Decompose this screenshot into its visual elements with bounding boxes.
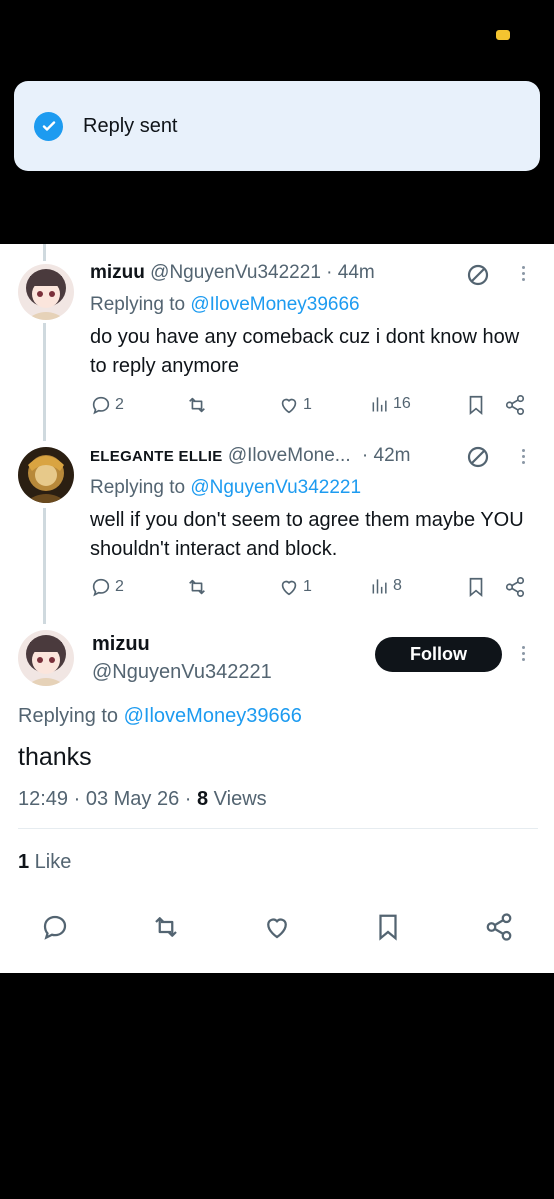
views-label: Views bbox=[208, 788, 267, 810]
thread-line bbox=[43, 323, 46, 441]
views-button[interactable]: 16 bbox=[370, 394, 411, 414]
share-icon bbox=[505, 577, 525, 597]
reply-icon bbox=[92, 578, 110, 597]
tweet-text: well if you don't seem to agree them may… bbox=[90, 509, 524, 560]
handle[interactable]: @NguyenVu342221 bbox=[92, 661, 272, 684]
reply-button[interactable]: 2 bbox=[90, 394, 124, 416]
no-entry-icon[interactable] bbox=[466, 445, 490, 474]
like-icon bbox=[267, 918, 287, 939]
bookmark-icon bbox=[379, 914, 397, 941]
replying-to-link[interactable]: @NguyenVu342221 bbox=[190, 477, 361, 498]
reply-count: 2 bbox=[115, 578, 124, 595]
likes-summary[interactable]: 1 Like bbox=[18, 851, 71, 874]
tweet-header: ELEGANTE ELLIE @IloveMone... · 42m bbox=[90, 445, 410, 467]
tweet-text: do you have any comeback cuz i dont know… bbox=[90, 326, 520, 377]
tweet-actions: 2 1 16 bbox=[90, 394, 530, 418]
share-button[interactable] bbox=[484, 912, 514, 947]
retweet-button[interactable] bbox=[151, 912, 181, 947]
tweet-text: thanks bbox=[18, 743, 92, 771]
replying-prefix: Replying to bbox=[90, 294, 186, 315]
views-icon bbox=[372, 397, 387, 412]
handle[interactable]: @NguyenVu342221 bbox=[150, 262, 321, 283]
thread-line bbox=[43, 508, 46, 624]
timestamp: · 44m bbox=[326, 262, 375, 283]
share-button[interactable] bbox=[504, 576, 526, 598]
avatar[interactable] bbox=[18, 264, 74, 320]
retweet-icon bbox=[155, 917, 177, 937]
status-indicator bbox=[496, 30, 510, 40]
like-count: 1 bbox=[303, 396, 312, 413]
reply-icon bbox=[43, 915, 67, 940]
handle[interactable]: @IloveMone... bbox=[228, 445, 351, 466]
toast-message: Reply sent bbox=[83, 114, 178, 137]
tweet-actions: 2 1 8 bbox=[90, 576, 530, 600]
like-icon bbox=[281, 398, 297, 414]
replying-to: Replying to @NguyenVu342221 bbox=[90, 477, 361, 499]
retweet-icon bbox=[189, 579, 205, 595]
replying-prefix: Replying to bbox=[18, 705, 119, 727]
views-icon bbox=[372, 579, 387, 594]
replying-prefix: Replying to bbox=[90, 477, 186, 498]
views-count: 8 bbox=[393, 577, 402, 594]
toast-notification: Reply sent bbox=[14, 81, 540, 171]
bookmark-button[interactable] bbox=[373, 912, 403, 947]
reply-icon bbox=[92, 396, 110, 415]
reply-count: 2 bbox=[115, 396, 124, 413]
share-icon bbox=[486, 913, 512, 941]
views-button[interactable]: 8 bbox=[370, 576, 402, 596]
display-name[interactable]: mizuu bbox=[92, 633, 150, 656]
likes-count: 1 bbox=[18, 851, 30, 873]
reply-button[interactable] bbox=[40, 912, 70, 947]
bookmark-button[interactable] bbox=[465, 394, 487, 416]
like-icon bbox=[281, 580, 297, 596]
check-icon bbox=[34, 111, 63, 141]
retweet-button[interactable] bbox=[186, 394, 208, 416]
replying-to: Replying to @IloveMoney39666 bbox=[90, 294, 360, 316]
timestamp: 12:49 · 03 May 26 · bbox=[18, 788, 197, 810]
bookmark-icon bbox=[469, 395, 483, 416]
display-name[interactable]: ELEGANTE ELLIE bbox=[90, 448, 223, 465]
avatar[interactable] bbox=[18, 630, 74, 686]
action-bar bbox=[0, 912, 554, 946]
like-count: 1 bbox=[303, 578, 312, 595]
more-icon[interactable] bbox=[522, 263, 528, 284]
share-button[interactable] bbox=[504, 394, 526, 416]
reply-button[interactable]: 2 bbox=[90, 576, 124, 598]
display-name[interactable]: mizuu bbox=[90, 262, 145, 283]
avatar[interactable] bbox=[18, 447, 74, 503]
follow-button[interactable]: Follow bbox=[375, 637, 502, 672]
replying-to: Replying to @IloveMoney39666 bbox=[18, 705, 302, 728]
bookmark-icon bbox=[469, 577, 483, 598]
views-count: 16 bbox=[393, 395, 411, 412]
tweet-header: mizuu @NguyenVu342221 · 44m bbox=[90, 262, 375, 284]
conversation-panel: mizuu @NguyenVu342221 · 44m Replying to … bbox=[0, 244, 554, 973]
replying-to-link[interactable]: @IloveMoney39666 bbox=[190, 294, 359, 315]
views-count[interactable]: 8 bbox=[197, 788, 208, 810]
like-button[interactable]: 1 bbox=[278, 576, 312, 598]
retweet-icon bbox=[189, 397, 205, 413]
tweet-meta: 12:49 · 03 May 26 · 8 Views bbox=[18, 788, 267, 811]
timestamp: · 42m bbox=[361, 445, 411, 466]
likes-label: Like bbox=[29, 851, 72, 873]
more-icon[interactable] bbox=[522, 643, 528, 664]
divider bbox=[18, 828, 538, 829]
like-button[interactable] bbox=[262, 912, 292, 947]
no-entry-icon[interactable] bbox=[466, 263, 490, 292]
share-icon bbox=[505, 395, 525, 415]
like-button[interactable]: 1 bbox=[278, 394, 312, 416]
retweet-button[interactable] bbox=[186, 576, 208, 598]
replying-to-link[interactable]: @IloveMoney39666 bbox=[124, 705, 302, 727]
thread-line bbox=[43, 244, 46, 261]
more-icon[interactable] bbox=[522, 446, 528, 467]
bookmark-button[interactable] bbox=[465, 576, 487, 598]
